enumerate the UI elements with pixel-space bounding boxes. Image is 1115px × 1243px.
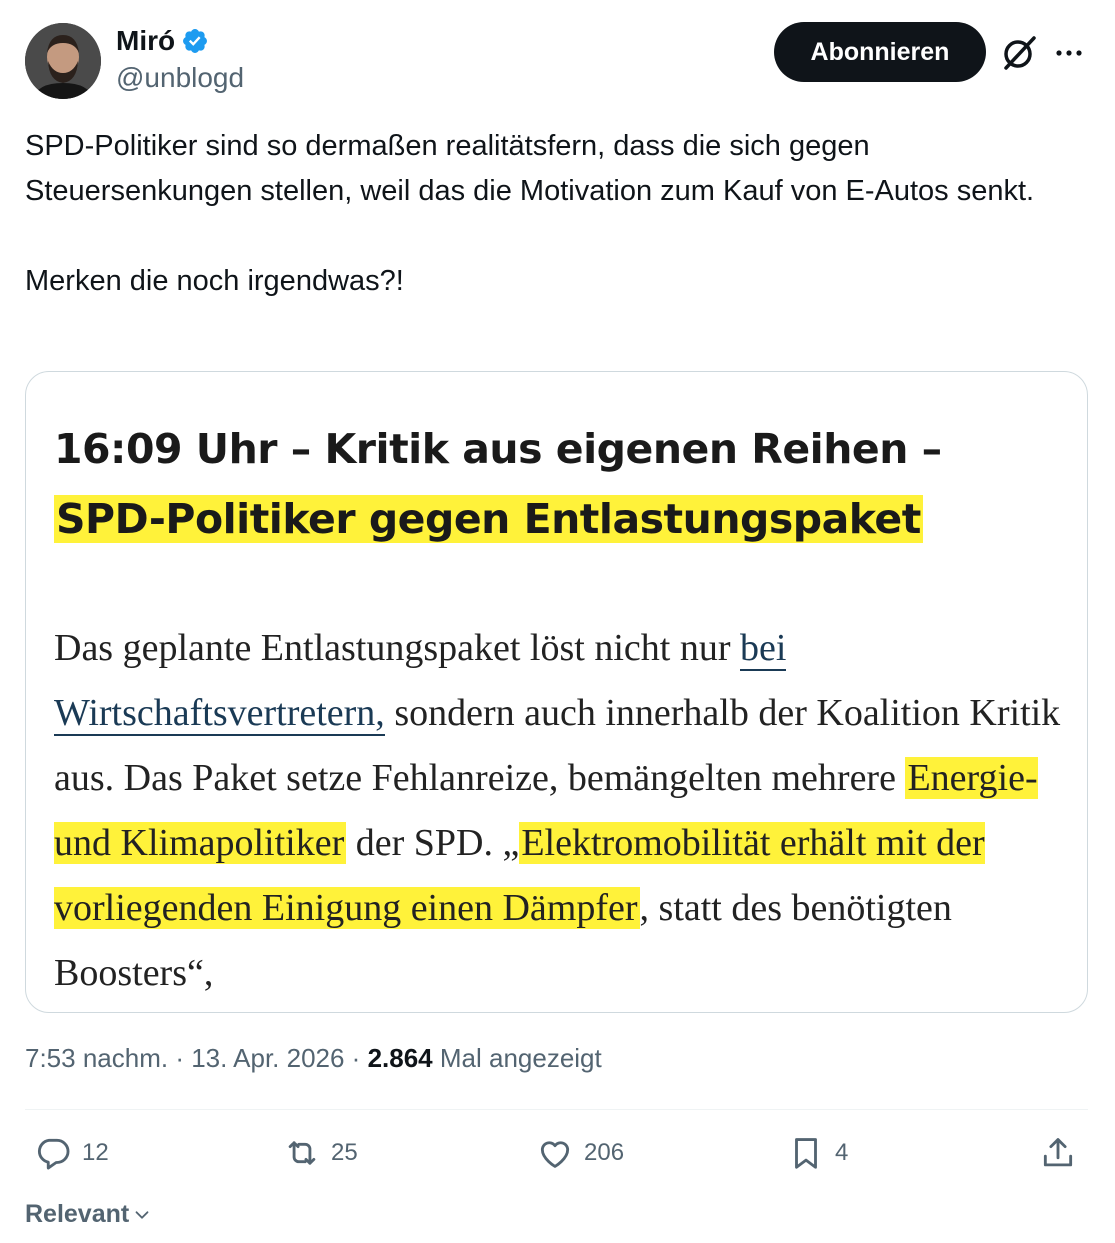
- headline-line-1: 16:09 Uhr – Kritik aus eigenen Reihen –: [54, 425, 942, 473]
- verified-badge-icon[interactable]: [181, 27, 209, 55]
- repost-count: 25: [331, 1139, 358, 1166]
- meta-separator: ·: [168, 1043, 192, 1073]
- body-text-3: der SPD. „: [346, 822, 520, 864]
- repost-button[interactable]: 25: [283, 1134, 358, 1172]
- article-body: Das geplante Entlastungspaket löst nicht…: [54, 616, 1064, 1006]
- article-headline: 16:09 Uhr – Kritik aus eigenen Reihen – …: [54, 414, 1064, 554]
- reply-button[interactable]: 12: [34, 1134, 109, 1172]
- sort-relevant-dropdown[interactable]: Relevant: [25, 1200, 153, 1229]
- reply-count: 12: [82, 1139, 109, 1166]
- sort-label: Relevant: [25, 1200, 130, 1228]
- tweet-text: SPD-Politiker sind so dermaßen realitäts…: [25, 130, 1035, 297]
- chevron-down-icon: [135, 1210, 149, 1219]
- like-count: 206: [584, 1139, 625, 1166]
- repost-icon: [288, 1141, 316, 1165]
- author-name-row[interactable]: Miró: [116, 25, 209, 57]
- views-count: 2.864: [367, 1043, 433, 1073]
- heart-icon: [540, 1141, 570, 1168]
- headline-line-2: SPD-Politiker gegen Entlastungspaket: [54, 495, 923, 543]
- like-button[interactable]: 206: [536, 1134, 624, 1172]
- grok-icon[interactable]: [1000, 34, 1038, 72]
- follow-button[interactable]: Abonnieren: [774, 22, 986, 82]
- bookmark-button[interactable]: 4: [787, 1134, 848, 1172]
- share-button[interactable]: [1039, 1134, 1077, 1172]
- share-icon: [1043, 1138, 1073, 1167]
- bookmark-count: 4: [835, 1139, 849, 1166]
- meta-separator: ·: [344, 1043, 368, 1073]
- body-text-1: Das geplante Entlastungspaket löst nicht…: [54, 627, 740, 669]
- media-image[interactable]: 16:09 Uhr – Kritik aus eigenen Reihen – …: [25, 371, 1088, 1013]
- tweet-meta: 7:53 nachm. · 13. Apr. 2026 · 2.864 Mal …: [25, 1043, 602, 1074]
- divider: [25, 1109, 1088, 1110]
- display-name[interactable]: Miró: [116, 25, 175, 57]
- reply-icon: [37, 1138, 70, 1170]
- views-label: Mal angezeigt: [432, 1043, 602, 1073]
- avatar[interactable]: [25, 23, 101, 99]
- author-handle[interactable]: @unblogd: [116, 62, 244, 94]
- tweet-time[interactable]: 7:53 nachm.: [25, 1043, 168, 1074]
- tweet: Miró @unblogd Abonnieren SPD-Politiker s…: [0, 0, 1115, 1243]
- tweet-date[interactable]: 13. Apr. 2026: [191, 1043, 344, 1074]
- bookmark-icon: [795, 1138, 817, 1169]
- more-icon[interactable]: [1052, 36, 1086, 70]
